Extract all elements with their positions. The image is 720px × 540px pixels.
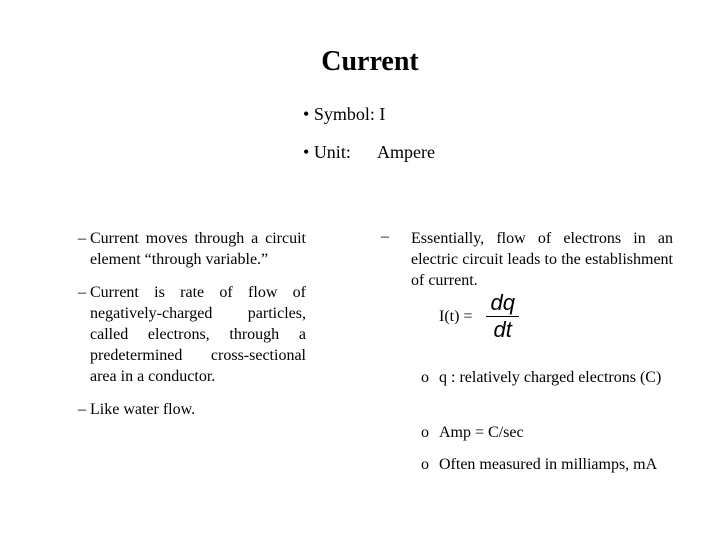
sub-item-text: Amp = C/sec [439,424,524,441]
bullet-marker: • [303,104,310,124]
item-text: Like water flow. [90,401,196,418]
derivative-fraction: dq dt [486,290,519,343]
list-item: – Like water flow. [78,399,306,420]
equation-lhs: I(t) = [439,307,473,325]
sub-item-text: q : relatively charged electrons (C) [439,369,662,386]
list-item: – Current is rate of flow of negatively-… [78,282,306,387]
symbol-bullet: • Symbol: I [303,104,385,125]
dash-marker: – [78,284,86,301]
dash-marker: – [78,401,86,418]
dash-marker: – [78,230,86,247]
sub-list-item: o Amp = C/sec [421,422,673,443]
unit-value: Ampere [377,142,435,162]
sub-list-item: o q : relatively charged electrons (C) [421,367,673,388]
item-text: Essentially, flow of electrons in an ele… [411,230,673,289]
list-item: – Current moves through a circuit elemen… [78,228,306,270]
symbol-text: Symbol: I [313,104,386,124]
fraction-denominator: dt [493,317,512,342]
circle-marker: o [421,369,429,386]
current-equation: I(t) = dq dt [439,290,519,343]
unit-label: Unit: [313,142,351,162]
sub-item-text: Often measured in milliamps, mA [439,456,658,473]
circle-marker: o [421,424,429,441]
left-column: – Current moves through a circuit elemen… [78,228,306,431]
dash-marker: – [381,228,389,245]
bullet-marker: • [303,142,310,162]
item-text: Current is rate of flow of negatively-ch… [90,284,306,385]
fraction-numerator: dq [486,290,519,317]
unit-bullet: • Unit: Ampere [303,142,435,163]
sub-list-item: o Often measured in milliamps, mA [421,454,673,475]
slide-title: Current [321,46,419,77]
item-text: Current moves through a circuit element … [90,230,306,268]
circle-marker: o [421,456,429,473]
